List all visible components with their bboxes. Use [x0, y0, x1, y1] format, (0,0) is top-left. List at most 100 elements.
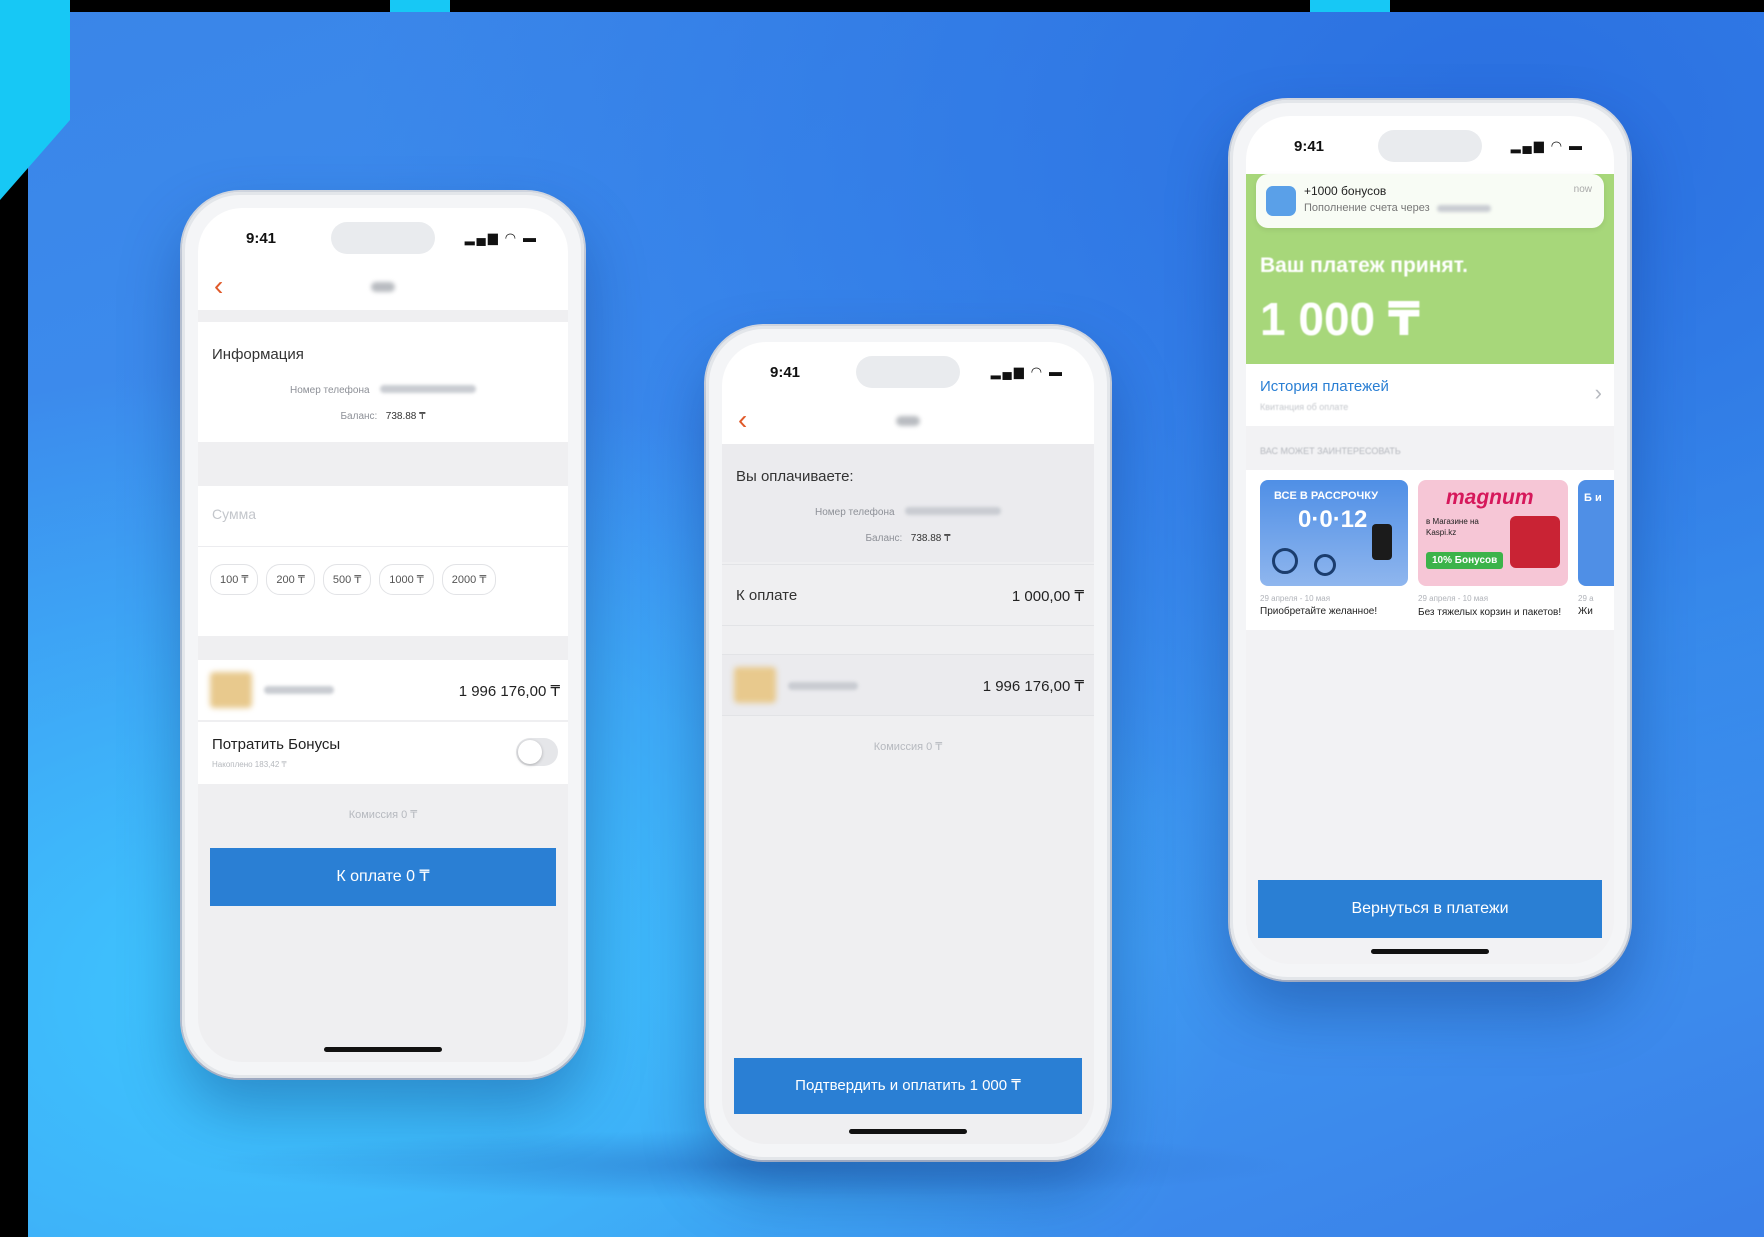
promo-date: 29 апреля - 10 мая [1260, 594, 1331, 603]
chevron-right-icon: › [1594, 380, 1602, 405]
screen: 9:41 ▂▄▆ ◠ ▬ ‹ Вы оплачиваете: Номер тел… [722, 342, 1094, 1144]
amount-chip[interactable]: 100 ₸ [210, 564, 259, 595]
notification-body: Пополнение счета через [1304, 202, 1491, 214]
promo-banner-magnum: magnum в Магазине на Kaspi.kz 10% Бонусо… [1418, 480, 1568, 586]
to-pay-value: 1 000,00 ₸ [1011, 588, 1084, 605]
app-icon [1266, 186, 1296, 216]
balance-label: Баланс: [340, 411, 378, 422]
phone-confirm-payment: 9:41 ▂▄▆ ◠ ▬ ‹ Вы оплачиваете: Номер тел… [706, 326, 1110, 1160]
notification-title: +1000 бонусов [1304, 184, 1387, 198]
magnum-logo: magnum [1446, 486, 1534, 509]
history-sub: Квитанция об оплате [1260, 402, 1349, 412]
status-time: 9:41 [246, 230, 277, 247]
nav-title-blurred [371, 282, 395, 292]
promo-banner-top: Б и [1584, 492, 1602, 504]
paying-section: Вы оплачиваете: Номер телефона Баланс: 7… [722, 444, 1094, 562]
promo-banner-big: 0·0·12 [1298, 506, 1368, 533]
account-row[interactable]: 1 996 176,00 ₸ [198, 660, 568, 720]
nav-bar: ‹ [198, 266, 568, 310]
divider [198, 546, 568, 547]
phone-value-blurred [904, 506, 1001, 515]
notification-body-text: Пополнение счета через [1304, 202, 1430, 214]
phone-row: Номер телефона [722, 502, 1094, 520]
nav-bar: ‹ [722, 400, 1094, 444]
decor-shape-top-right [1310, 0, 1390, 12]
account-amount: 1 996 176,00 ₸ [458, 683, 560, 700]
back-chevron-icon[interactable]: ‹ [738, 406, 747, 434]
promo-caption: Жи [1578, 606, 1593, 617]
promo-banner-badge: 10% Бонусов [1426, 552, 1504, 569]
phone-row: Номер телефона [198, 380, 568, 398]
promo-carousel: ВСЕ В РАССРОЧКУ 0·0·12 29 апреля - 10 ма… [1246, 470, 1614, 630]
status-bar: 9:41 ▂▄▆ ◠ ▬ [1246, 116, 1614, 174]
basket-icon [1510, 516, 1560, 568]
info-card: Информация Номер телефона Баланс: 738.88… [198, 322, 568, 442]
home-indicator [324, 1047, 442, 1052]
paying-title: Вы оплачиваете: [736, 468, 854, 485]
balance-row: Баланс: 738.88 ₸ [722, 528, 1094, 546]
info-title: Информация [212, 346, 304, 363]
promo-card[interactable]: magnum в Магазине на Kaspi.kz 10% Бонусо… [1418, 480, 1568, 619]
home-indicator [849, 1129, 967, 1134]
promo-card[interactable]: Б и 29 а Жи [1578, 480, 1614, 617]
decor-shape-top [390, 0, 450, 12]
promo-banner-top: ВСЕ В РАССРОЧКУ [1274, 490, 1379, 502]
dynamic-island [331, 222, 435, 254]
home-indicator [1371, 949, 1489, 954]
amount-chip[interactable]: 500 ₸ [322, 564, 372, 595]
phone-payment-success: 9:41 ▂▄▆ ◠ ▬ Ваш платеж принят. 1 000 ₸ … [1230, 100, 1630, 980]
status-time: 9:41 [1294, 138, 1325, 155]
notification-time: now [1573, 184, 1592, 195]
bonus-toggle[interactable] [516, 738, 558, 766]
chip-row: 100 ₸ 200 ₸ 500 ₸ 1000 ₸ 2000 ₸ [210, 564, 497, 595]
to-pay-label: К оплате [736, 587, 798, 604]
stage: 9:41 ▂▄▆ ◠ ▬ ‹ Информация Номер телефона… [0, 0, 1764, 1237]
status-icons: ▂▄▆ ◠ ▬ [1510, 138, 1584, 153]
confirm-pay-button[interactable]: Подтвердить и оплатить 1 000 ₸ [734, 1058, 1082, 1114]
back-chevron-icon[interactable]: ‹ [214, 272, 223, 300]
account-amount: 1 996 176,00 ₸ [982, 678, 1084, 695]
bicycle-icon [1272, 548, 1298, 574]
bonus-title: Потратить Бонусы [212, 736, 341, 753]
status-icons: ▂▄▆ ◠ ▬ [464, 230, 538, 245]
phone-amount-entry: 9:41 ▂▄▆ ◠ ▬ ‹ Информация Номер телефона… [182, 192, 584, 1078]
amount-chip[interactable]: 1000 ₸ [379, 564, 434, 595]
amount-chip[interactable]: 2000 ₸ [441, 564, 497, 595]
status-icons: ▂▄▆ ◠ ▬ [990, 364, 1064, 379]
amount-chip[interactable]: 200 ₸ [266, 564, 315, 595]
account-name-blurred [264, 686, 334, 694]
promo-date: 29 а [1578, 594, 1594, 603]
screen: 9:41 ▂▄▆ ◠ ▬ ‹ Информация Номер телефона… [198, 208, 568, 1062]
dynamic-island [1378, 130, 1482, 162]
pay-button[interactable]: К оплате 0 ₸ [210, 848, 556, 906]
success-amount: 1 000 ₸ [1260, 293, 1420, 345]
balance-label: Баланс: [865, 533, 903, 544]
return-to-payments-button[interactable]: Вернуться в платежи [1258, 880, 1602, 938]
dynamic-island [856, 356, 960, 388]
balance-value: 738.88 ₸ [385, 411, 426, 422]
promo-caption: Приобретайте желанное! [1260, 606, 1378, 617]
promo-caption: Без тяжелых корзин и пакетов! [1418, 607, 1562, 618]
commission-text: Комиссия 0 ₸ [873, 741, 943, 753]
card-thumbnail-blurred [210, 672, 252, 708]
balance-value: 738.88 ₸ [910, 533, 951, 544]
screen: 9:41 ▂▄▆ ◠ ▬ Ваш платеж принят. 1 000 ₸ … [1246, 116, 1614, 964]
notification[interactable]: +1000 бонусов Пополнение счета через now [1256, 174, 1604, 228]
amount-card: Сумма 100 ₸ 200 ₸ 500 ₸ 1000 ₸ 2000 ₸ [198, 486, 568, 636]
promo-card[interactable]: ВСЕ В РАССРОЧКУ 0·0·12 29 апреля - 10 ма… [1260, 480, 1408, 617]
status-time: 9:41 [770, 364, 801, 381]
account-row[interactable]: 1 996 176,00 ₸ [722, 654, 1094, 716]
promo-date: 29 апреля - 10 мая [1418, 594, 1489, 603]
phone-value-blurred [379, 384, 476, 393]
promo-banner-installment: ВСЕ В РАССРОЧКУ 0·0·12 [1260, 480, 1408, 586]
amount-input[interactable]: Сумма [212, 506, 256, 522]
bicycle-wheel-icon [1314, 554, 1336, 576]
history-title: История платежей [1260, 378, 1389, 395]
card-thumbnail-blurred [734, 667, 776, 703]
balance-row: Баланс: 738.88 ₸ [198, 406, 568, 424]
promo-banner-third: Б и [1578, 480, 1614, 586]
bonus-row: Потратить Бонусы Накоплено 183,42 ₸ [198, 722, 568, 784]
status-bar: 9:41 ▂▄▆ ◠ ▬ [198, 208, 568, 266]
phone-label: Номер телефона [290, 385, 370, 396]
history-row[interactable]: История платежей Квитанция об оплате › [1246, 364, 1614, 426]
